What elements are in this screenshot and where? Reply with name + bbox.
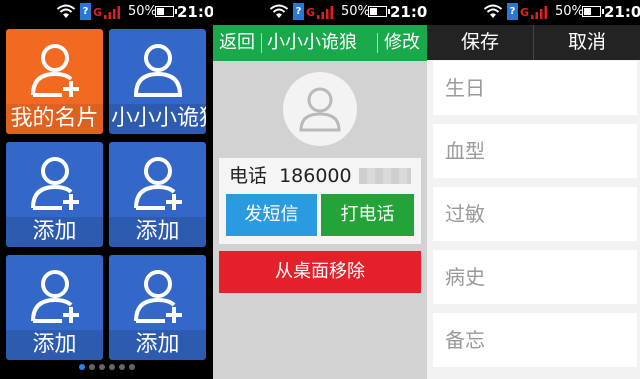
add-person-icon — [31, 270, 79, 323]
save-button[interactable]: 保存 — [427, 25, 533, 60]
page-dot[interactable] — [108, 364, 115, 370]
tile-contact[interactable]: 小小小诡狼 — [109, 29, 206, 134]
tile-my-card[interactable]: 我的名片 — [6, 29, 103, 134]
tile-add[interactable]: 添加 — [6, 142, 103, 247]
edit-top-bar: 保存 取消 — [427, 25, 640, 60]
allergy-field[interactable]: 过敏 — [433, 187, 637, 241]
phone-card: 电话 186000 发短信 打电话 — [219, 158, 421, 244]
contact-name: 小小小诡狼 — [267, 32, 357, 53]
clock: 21:09 — [177, 3, 213, 21]
tile-add[interactable]: 添加 — [109, 255, 206, 360]
page-dot[interactable] — [128, 364, 135, 370]
contact-screen: ? G 50% 21:09 返回 小小小诡狼 修改 电话 186000 发短信 … — [213, 0, 427, 379]
wifi-icon — [269, 4, 289, 18]
person-icon — [133, 44, 183, 97]
battery-percent: 50% — [341, 4, 370, 19]
birthday-field[interactable]: 生日 — [433, 61, 637, 115]
signal-icon — [104, 6, 120, 19]
battery-icon — [582, 6, 604, 17]
network-type-label: G — [520, 6, 530, 19]
tile-label: 添加 — [109, 330, 206, 360]
blood-type-field[interactable]: 血型 — [433, 124, 637, 178]
tile-label: 添加 — [6, 217, 103, 247]
wifi-icon — [483, 4, 503, 18]
person-icon — [299, 87, 341, 132]
home-screen: ? G 50% 21:09 我的名片 小小小诡狼 添加 添加 添加 添加 — [0, 0, 213, 379]
edit-screen: ? G 50% 21:09 保存 取消 生日 血型 过敏 病史 备忘 — [427, 0, 640, 379]
add-person-icon — [31, 44, 79, 97]
avatar[interactable] — [283, 72, 357, 146]
call-button[interactable]: 打电话 — [321, 194, 414, 236]
tile-label: 我的名片 — [6, 104, 103, 134]
battery-level — [584, 8, 591, 15]
tile-label: 小小小诡狼 — [109, 104, 206, 134]
page-dot[interactable] — [78, 364, 85, 370]
medical-history-field[interactable]: 病史 — [433, 250, 637, 304]
tile-label: 添加 — [6, 330, 103, 360]
page-dot[interactable] — [98, 364, 105, 370]
battery-percent: 50% — [128, 4, 157, 19]
tile-add[interactable]: 添加 — [109, 142, 206, 247]
memo-field[interactable]: 备忘 — [433, 313, 637, 367]
battery-level — [370, 8, 377, 15]
sim-icon: ? — [80, 3, 91, 20]
wifi-icon — [56, 4, 76, 18]
remove-from-desktop-button[interactable]: 从桌面移除 — [219, 251, 421, 293]
battery-percent: 50% — [555, 4, 584, 19]
add-person-icon — [134, 270, 182, 323]
edit-button[interactable]: 修改 — [384, 25, 420, 61]
clock: 21:09 — [604, 3, 640, 21]
battery-icon — [155, 6, 177, 17]
tile-add[interactable]: 添加 — [6, 255, 103, 360]
sim-icon: ? — [507, 3, 518, 20]
phone-label: 电话 — [229, 165, 268, 187]
network-type-label: G — [93, 6, 103, 19]
masked-digits — [359, 168, 411, 184]
phone-row: 电话 186000 — [229, 164, 352, 188]
divider — [261, 33, 262, 53]
battery-level — [157, 8, 164, 15]
back-button[interactable]: 返回 — [219, 25, 255, 61]
divider — [377, 33, 378, 53]
sim-icon: ? — [293, 3, 304, 20]
cancel-button[interactable]: 取消 — [534, 25, 640, 60]
status-bar: ? G 50% 21:09 — [0, 0, 213, 25]
network-type-label: G — [306, 6, 316, 19]
status-bar: ? G 50% 21:09 — [213, 0, 427, 25]
clock: 21:09 — [390, 3, 427, 21]
phone-number: 186000 — [279, 165, 352, 187]
tile-label: 添加 — [109, 217, 206, 247]
send-sms-button[interactable]: 发短信 — [226, 194, 317, 236]
page-dot[interactable] — [88, 364, 95, 370]
signal-icon — [317, 6, 333, 19]
add-person-icon — [31, 157, 79, 210]
contact-top-bar: 返回 小小小诡狼 修改 — [213, 25, 427, 61]
add-person-icon — [134, 157, 182, 210]
signal-icon — [531, 6, 547, 19]
page-indicator[interactable] — [0, 364, 213, 370]
status-bar: ? G 50% 21:09 — [427, 0, 640, 25]
page-dot[interactable] — [118, 364, 125, 370]
battery-icon — [368, 6, 390, 17]
